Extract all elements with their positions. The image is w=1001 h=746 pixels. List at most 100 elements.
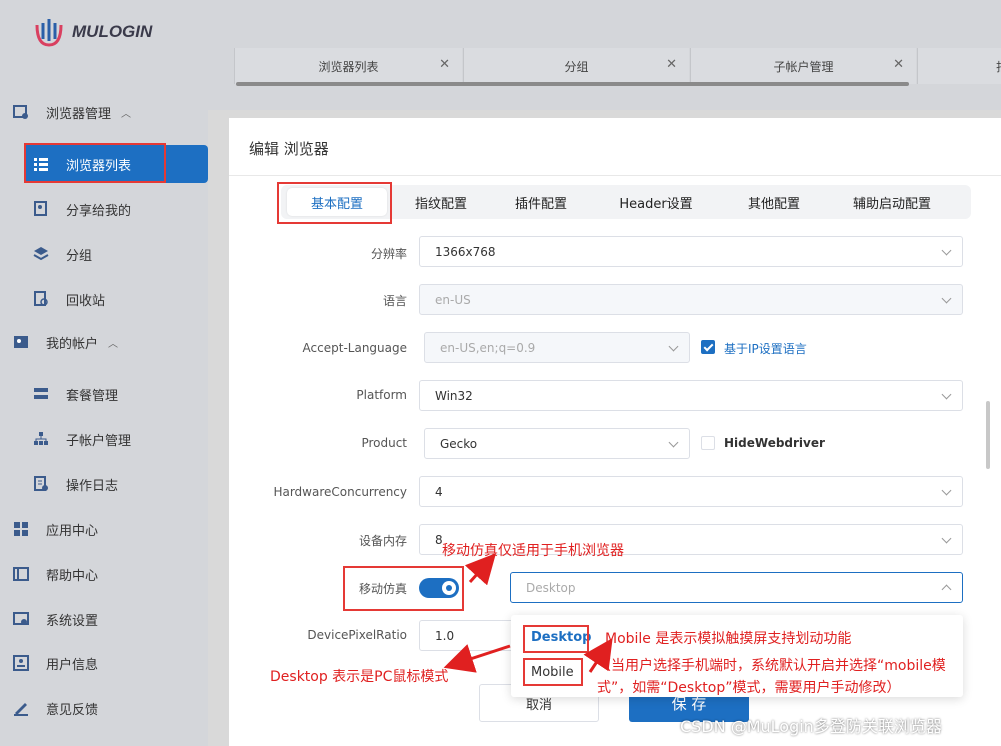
tab-sub-account[interactable]: 子帐户管理 ✕ bbox=[690, 48, 916, 84]
close-icon[interactable]: ✕ bbox=[893, 57, 904, 72]
sidebar-item-browser-list[interactable]: 浏览器列表 bbox=[0, 146, 208, 182]
sidebar-item-log[interactable]: 操作日志 bbox=[0, 466, 208, 502]
annotation-mobile-note: 移动仿真仅适用于手机浏览器 bbox=[442, 543, 624, 559]
sidebar-item-label: 用户信息 bbox=[46, 657, 99, 673]
subtab-plugin[interactable]: 插件配置 bbox=[491, 185, 591, 219]
sidebar-item-label: 浏览器列表 bbox=[66, 158, 132, 174]
sidebar-item-shared[interactable]: 分享给我的 bbox=[0, 191, 208, 227]
settings-icon bbox=[12, 610, 30, 628]
sidebar-item-label: 意见反馈 bbox=[46, 702, 99, 718]
tab-label: 扫 bbox=[996, 58, 1001, 75]
chevron-up-icon: ︿ bbox=[121, 108, 132, 120]
annotation-mobile-desc: Mobile 是表示模拟触摸屏支持划动功能 bbox=[605, 631, 852, 647]
subtab-label: Header设置 bbox=[619, 196, 693, 212]
chevron-down-icon bbox=[941, 485, 952, 496]
sidebar-item-label: 分组 bbox=[66, 248, 93, 264]
annotation-mobile-detail-2: 式”，如需“Desktop”模式，需要用户手动修改） bbox=[597, 680, 901, 696]
mobile-emulation-placeholder: Desktop bbox=[526, 580, 576, 595]
annotation-desktop-desc: Desktop 表示是PC鼠标模式 bbox=[270, 669, 449, 685]
sidebar-item-label: 我的帐户 bbox=[46, 336, 99, 352]
toggle-knob bbox=[446, 585, 452, 591]
hardware-concurrency-select[interactable]: 4 bbox=[419, 476, 963, 507]
chevron-up-icon bbox=[941, 584, 952, 595]
hardware-concurrency-label: HardwareConcurrency bbox=[273, 485, 407, 499]
resolution-label: 分辨率 bbox=[370, 247, 407, 261]
logo-text: MULOGIN bbox=[72, 22, 153, 41]
sidebar-item-my-account[interactable]: 我的帐户 ︿ bbox=[0, 324, 208, 360]
modal-header: 编辑 浏览器 bbox=[229, 118, 1001, 176]
sidebar-item-label: 帮助中心 bbox=[46, 568, 99, 584]
sidebar-item-label: 操作日志 bbox=[66, 478, 119, 494]
sidebar-item-package[interactable]: 套餐管理 bbox=[0, 376, 208, 412]
subtab-fingerprint[interactable]: 指纹配置 bbox=[391, 185, 491, 219]
sidebar-item-sub-account[interactable]: 子帐户管理 bbox=[0, 421, 208, 457]
accept-language-value: en-US,en;q=0.9 bbox=[440, 340, 536, 355]
tab-partial[interactable]: 扫 bbox=[917, 48, 1001, 84]
subtab-label: 指纹配置 bbox=[414, 196, 467, 212]
device-pixel-ratio-label: DevicePixelRatio bbox=[307, 628, 407, 642]
sidebar-item-settings[interactable]: 系统设置 bbox=[0, 601, 208, 637]
mulogin-logo-icon bbox=[35, 19, 63, 47]
device-pixel-ratio-value: 1.0 bbox=[435, 628, 455, 643]
platform-select[interactable]: Win32 bbox=[419, 380, 963, 411]
sidebar-item-userinfo[interactable]: 用户信息 bbox=[0, 645, 208, 681]
tab-scrollbar[interactable] bbox=[236, 82, 909, 86]
accept-language-label: Accept-Language bbox=[302, 341, 407, 355]
package-icon bbox=[32, 385, 50, 403]
resolution-value: 1366x768 bbox=[435, 244, 496, 259]
edit-browser-modal: 编辑 浏览器 基本配置 指纹配置 插件配置 Header设置 其他配置 辅助启动… bbox=[229, 118, 1001, 746]
subtab-assist-launch[interactable]: 辅助启动配置 bbox=[827, 185, 957, 219]
annotation-mobile-detail-1: （当用户选择手机端时，系统默认开启并选择“mobile模 bbox=[597, 658, 946, 674]
sidebar-item-label: 套餐管理 bbox=[66, 388, 119, 404]
language-select[interactable]: en-US bbox=[419, 284, 963, 315]
chevron-up-icon: ︿ bbox=[108, 338, 119, 350]
device-memory-label: 设备内存 bbox=[358, 534, 407, 548]
subtab-other[interactable]: 其他配置 bbox=[721, 185, 827, 219]
product-label: Product bbox=[361, 436, 407, 450]
log-icon bbox=[32, 475, 50, 493]
layers-icon bbox=[32, 245, 50, 263]
platform-label: Platform bbox=[356, 388, 407, 402]
modal-title: 编辑 浏览器 bbox=[249, 140, 329, 158]
sidebar-item-apps[interactable]: 应用中心 bbox=[0, 511, 208, 547]
tab-label: 分组 bbox=[564, 59, 589, 74]
share-icon bbox=[32, 200, 50, 218]
list-icon bbox=[32, 155, 50, 173]
resolution-select[interactable]: 1366x768 bbox=[419, 236, 963, 267]
recycle-icon bbox=[32, 290, 50, 308]
ip-language-checkbox[interactable] bbox=[701, 340, 715, 354]
sidebar-item-help[interactable]: 帮助中心 bbox=[0, 556, 208, 592]
sidebar-item-feedback[interactable]: 意见反馈 bbox=[0, 690, 208, 726]
subtab-label: 插件配置 bbox=[514, 196, 567, 212]
sidebar-item-browser-manage[interactable]: 浏览器管理 ︿ bbox=[0, 94, 208, 130]
subtab-header[interactable]: Header设置 bbox=[591, 185, 721, 219]
platform-value: Win32 bbox=[435, 388, 473, 403]
tab-label: 子帐户管理 bbox=[773, 59, 834, 74]
ip-language-label: 基于IP设置语言 bbox=[724, 342, 807, 356]
tab-label: 浏览器列表 bbox=[318, 59, 379, 74]
device-pixel-ratio-input[interactable]: 1.0 bbox=[419, 620, 519, 651]
help-icon bbox=[12, 565, 30, 583]
product-select[interactable]: Gecko bbox=[424, 428, 690, 459]
sidebar-item-group[interactable]: 分组 bbox=[0, 236, 208, 272]
app-logo: MULOGIN bbox=[32, 12, 152, 52]
chevron-down-icon bbox=[941, 245, 952, 256]
userinfo-icon bbox=[12, 654, 30, 672]
mobile-emulation-select[interactable]: Desktop bbox=[510, 572, 963, 603]
language-label: 语言 bbox=[382, 294, 407, 308]
tab-group[interactable]: 分组 ✕ bbox=[463, 48, 689, 84]
close-icon[interactable]: ✕ bbox=[439, 57, 450, 72]
language-value: en-US bbox=[435, 292, 471, 307]
sidebar-item-recycle[interactable]: 回收站 bbox=[0, 281, 208, 317]
annotation-highlight-basic-tab bbox=[277, 182, 392, 224]
accept-language-select[interactable]: en-US,en;q=0.9 bbox=[424, 332, 690, 363]
hide-webdriver-checkbox[interactable] bbox=[701, 436, 715, 450]
chevron-down-icon bbox=[941, 293, 952, 304]
modal-scrollbar[interactable] bbox=[986, 401, 990, 469]
subtab-label: 辅助启动配置 bbox=[852, 196, 931, 212]
annotation-highlight-mobile bbox=[523, 658, 583, 686]
close-icon[interactable]: ✕ bbox=[666, 57, 677, 72]
chevron-down-icon bbox=[668, 437, 679, 448]
hardware-concurrency-value: 4 bbox=[435, 484, 443, 499]
tab-browser-list[interactable]: 浏览器列表 ✕ bbox=[234, 48, 462, 84]
